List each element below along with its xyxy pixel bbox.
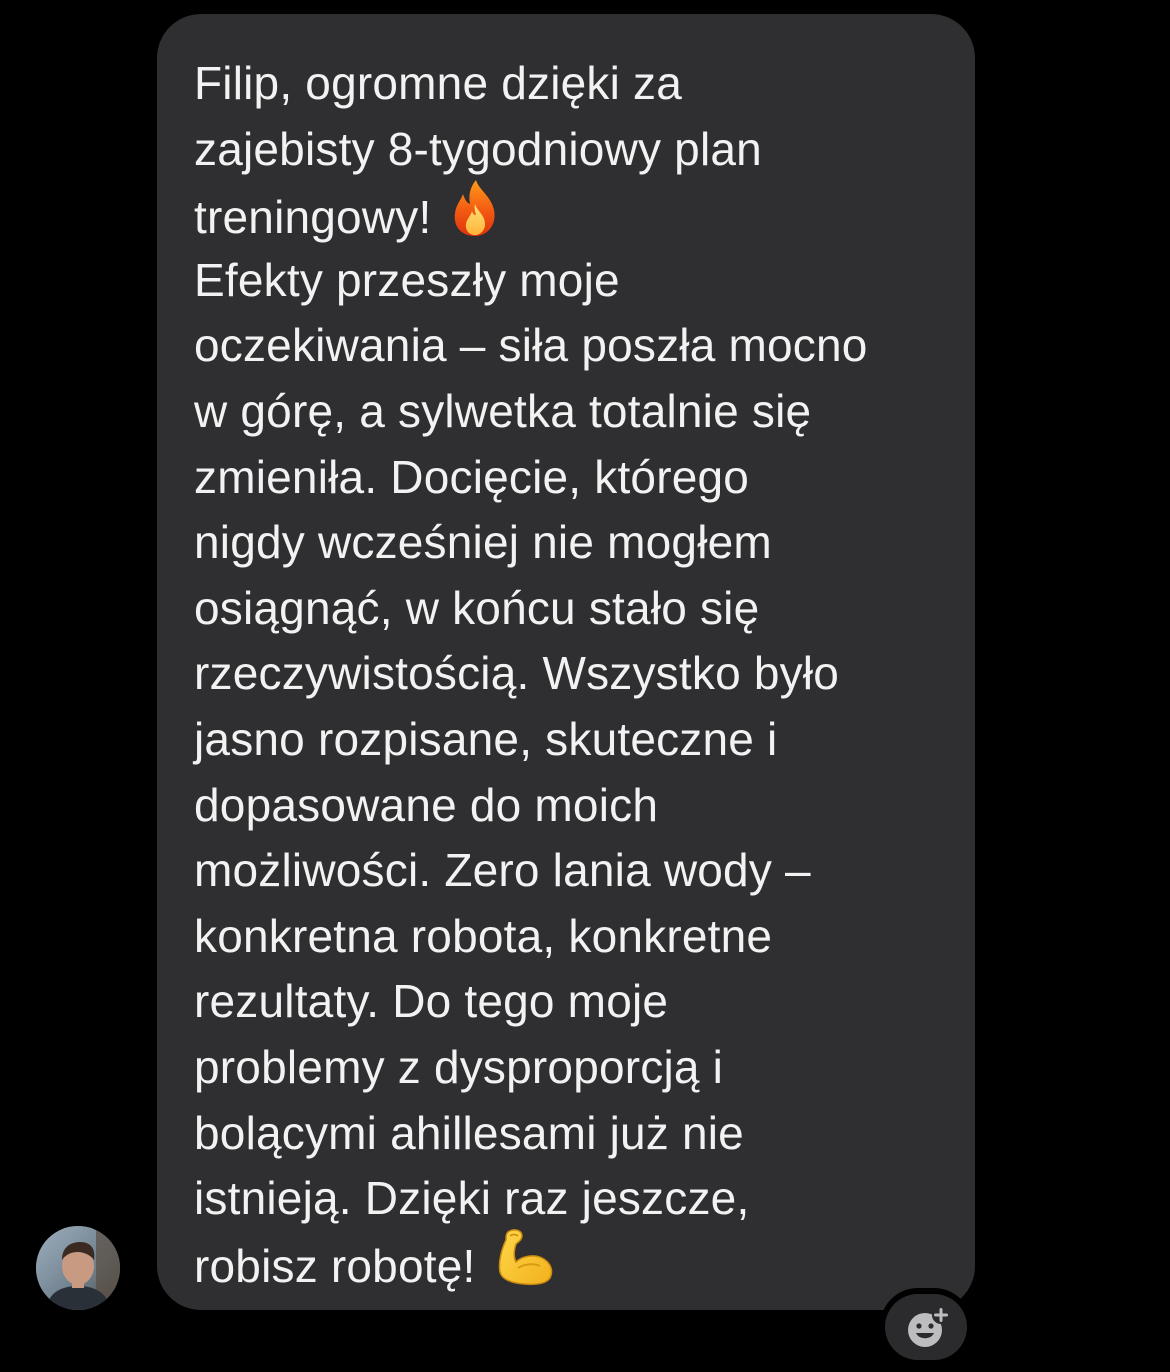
message-line-text: treningowy! <box>194 191 432 244</box>
flexed-biceps-icon <box>494 1228 556 1304</box>
message-line: rezultaty. Do tego moje <box>194 975 669 1028</box>
message-line: nigdy wcześniej nie mogłem <box>194 516 772 569</box>
message-line: osiągnąć, w końcu stało się <box>194 581 760 634</box>
avatar[interactable] <box>36 1226 120 1310</box>
message-line-with-emoji: robisz robotę! <box>194 1228 945 1298</box>
add-reaction-button[interactable] <box>885 1294 967 1360</box>
message-line: jasno rozpisane, skuteczne i <box>194 712 778 765</box>
message-bubble[interactable]: Filip, ogromne dzięki za zajebisty 8-tyg… <box>157 14 975 1310</box>
message-line: Efekty przeszły moje <box>194 253 620 306</box>
message-line-text: robisz robotę! <box>194 1239 476 1292</box>
fire-icon <box>449 178 501 256</box>
message-line: w górę, a sylwetka totalnie się <box>194 384 812 437</box>
message-line: konkretna robota, konkretne <box>194 909 773 962</box>
message-line: rzeczywistością. Wszystko było <box>194 647 840 700</box>
message-line: zmieniła. Docięcie, którego <box>194 450 750 503</box>
reaction-button-container <box>880 1288 972 1364</box>
message-line: problemy z dysproporcją i <box>194 1040 724 1093</box>
message-line: zajebisty 8-tygodniowy plan <box>194 122 762 175</box>
message-line: istnieją. Dzięki raz jeszcze, <box>194 1172 750 1225</box>
message-line: Filip, ogromne dzięki za <box>194 57 683 109</box>
message-line: dopasowane do moich <box>194 778 659 831</box>
message-line-with-emoji: treningowy! <box>194 180 945 248</box>
add-reaction-icon <box>908 1306 950 1347</box>
message-line: bolącymi ahillesami już nie <box>194 1106 744 1159</box>
chat-thread: Filip, ogromne dzięki za zajebisty 8-tyg… <box>0 0 1170 1372</box>
message-line: oczekiwania – siła poszła mocno <box>194 319 868 372</box>
message-line: możliwości. Zero lania wody – <box>194 844 811 897</box>
